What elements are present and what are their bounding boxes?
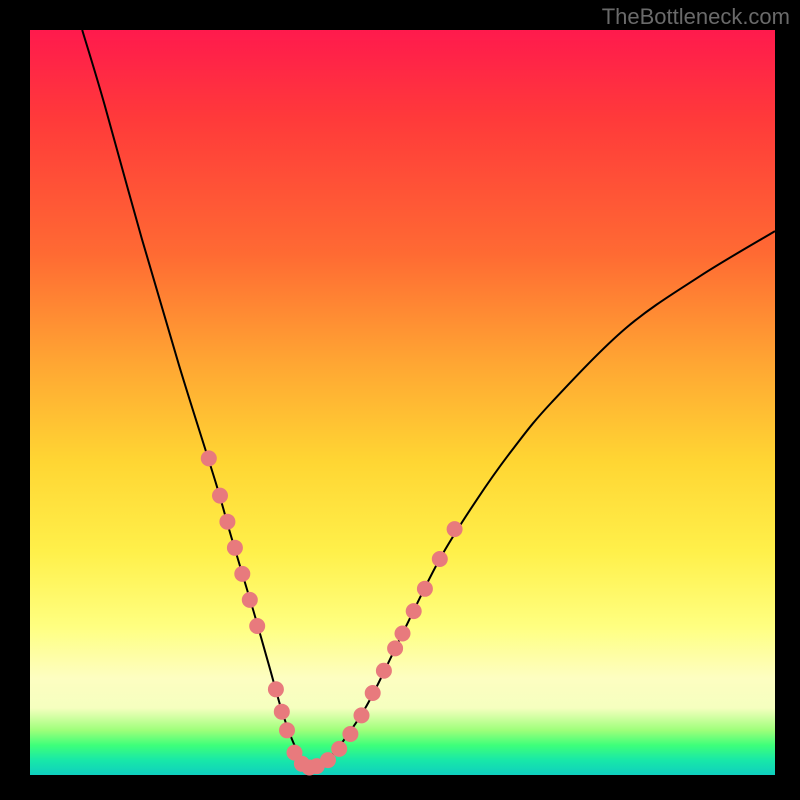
- curve-marker-dot: [406, 603, 422, 619]
- curve-marker-group: [201, 450, 463, 775]
- curve-marker-dot: [234, 566, 250, 582]
- curve-marker-dot: [212, 488, 228, 504]
- curve-marker-dot: [331, 741, 347, 757]
- curve-marker-dot: [417, 581, 433, 597]
- curve-marker-dot: [395, 626, 411, 642]
- curve-marker-dot: [387, 640, 403, 656]
- watermark-text: TheBottleneck.com: [602, 4, 790, 30]
- curve-marker-dot: [365, 685, 381, 701]
- curve-marker-dot: [354, 707, 370, 723]
- curve-marker-dot: [201, 450, 217, 466]
- curve-marker-dot: [342, 726, 358, 742]
- curve-marker-dot: [432, 551, 448, 567]
- chart-frame: TheBottleneck.com: [0, 0, 800, 800]
- curve-marker-dot: [227, 540, 243, 556]
- chart-svg: [30, 30, 775, 775]
- curve-marker-dot: [219, 514, 235, 530]
- curve-marker-dot: [249, 618, 265, 634]
- curve-marker-dot: [242, 592, 258, 608]
- curve-marker-dot: [447, 521, 463, 537]
- curve-marker-dot: [376, 663, 392, 679]
- curve-marker-dot: [274, 704, 290, 720]
- bottleneck-curve: [82, 30, 775, 768]
- curve-marker-dot: [279, 722, 295, 738]
- curve-marker-dot: [268, 681, 284, 697]
